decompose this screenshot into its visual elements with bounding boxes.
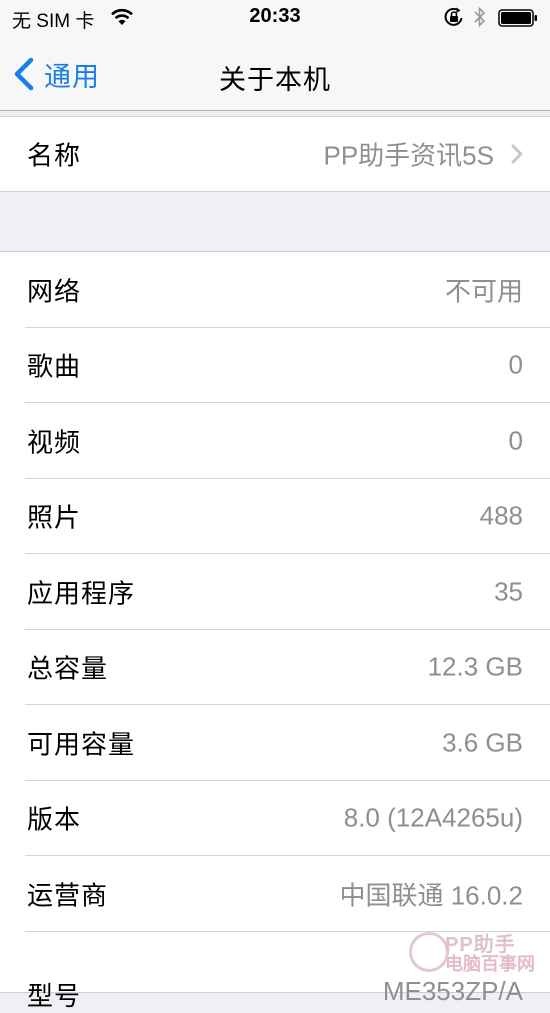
- name-value: PP助手资讯5S: [324, 136, 495, 173]
- info-group: 网络 不可用 歌曲 0 视频 0 照片 488 应用程序 35 总容量 12.3…: [0, 251, 550, 993]
- row-value: 中国联通 16.0.2: [339, 875, 523, 912]
- row-label: 应用程序: [27, 573, 135, 610]
- orientation-lock-icon: [443, 6, 465, 28]
- bluetooth-icon: [473, 5, 487, 29]
- clock: 20:33: [0, 5, 550, 28]
- row-label: 型号: [27, 976, 81, 1013]
- chevron-right-icon: [510, 143, 524, 165]
- row-label: 总容量: [27, 649, 108, 686]
- status-bar: 无 SIM 卡 20:33: [0, 0, 550, 36]
- row-label: 可用容量: [27, 724, 135, 761]
- info-row-network: 网络 不可用: [0, 252, 550, 328]
- row-label: 照片: [27, 498, 81, 535]
- info-row-available: 可用容量 3.6 GB: [0, 705, 550, 781]
- info-row-applications: 应用程序 35: [0, 554, 550, 630]
- name-group: 名称 PP助手资讯5S: [0, 116, 550, 192]
- info-row-songs: 歌曲 0: [0, 328, 550, 404]
- row-value: 0: [509, 350, 523, 381]
- battery-icon: [498, 9, 538, 27]
- row-value: 35: [494, 576, 523, 607]
- info-row-version: 版本 8.0 (12A4265u): [0, 781, 550, 857]
- page-title: 关于本机: [0, 58, 550, 97]
- row-value: ME353ZP/A: [383, 976, 523, 1007]
- row-value: 0: [509, 425, 523, 456]
- info-row-carrier[interactable]: 运营商 中国联通 16.0.2: [0, 856, 550, 932]
- row-label: 网络: [27, 271, 81, 308]
- row-value: 3.6 GB: [442, 727, 523, 758]
- info-row-capacity: 总容量 12.3 GB: [0, 630, 550, 706]
- row-label: 运营商: [27, 875, 108, 912]
- info-row-videos: 视频 0: [0, 403, 550, 479]
- row-value: 不可用: [445, 271, 523, 308]
- name-label: 名称: [27, 136, 81, 173]
- info-row-model[interactable]: 型号 ME353ZP/A: [0, 932, 550, 1008]
- row-label: 版本: [27, 800, 81, 837]
- row-value: 12.3 GB: [428, 652, 523, 683]
- row-value: 8.0 (12A4265u): [344, 803, 523, 834]
- info-row-photos: 照片 488: [0, 479, 550, 555]
- row-label: 歌曲: [27, 347, 81, 384]
- row-value: 488: [480, 501, 523, 532]
- navigation-bar: 通用 关于本机: [0, 36, 550, 111]
- name-cell[interactable]: 名称 PP助手资讯5S: [0, 117, 550, 191]
- row-label: 视频: [27, 422, 81, 459]
